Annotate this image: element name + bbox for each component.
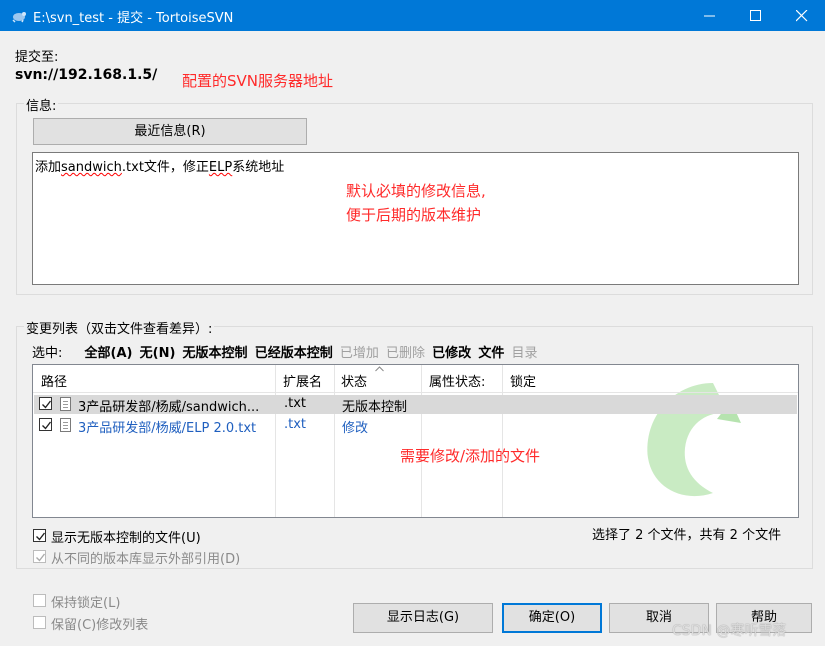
show-log-button[interactable]: 显示日志(G)	[353, 603, 493, 633]
recent-messages-button[interactable]: 最近信息(R)	[33, 118, 307, 145]
row-extension: .txt	[284, 417, 307, 432]
table-row[interactable]: 3产品研发部/杨威/ELP 2.0.txt .txt 修改	[34, 416, 797, 436]
row-status: 无版本控制	[342, 400, 408, 415]
table-row[interactable]: 3产品研发部/杨威/sandwich... .txt 无版本控制	[34, 395, 797, 415]
filter-all[interactable]: 全部(A)	[85, 346, 133, 361]
repository-url: svn://192.168.1.5/	[15, 67, 158, 83]
show-unversioned-checkbox[interactable]	[33, 529, 46, 542]
selection-summary: 选择了 2 个文件，共有 2 个文件	[592, 528, 782, 543]
check-icon	[36, 532, 46, 541]
keep-locks-label: 保持锁定(L)	[51, 596, 121, 611]
tortoisesvn-watermark-icon	[647, 383, 741, 497]
message-annotation-line1: 默认必填的修改信息,	[346, 182, 486, 200]
filter-none[interactable]: 无(N)	[140, 346, 176, 361]
changes-group-label: 变更列表（双击文件查看差异）:	[24, 318, 215, 337]
select-label: 选中:	[32, 346, 63, 361]
tortoisesvn-icon	[12, 12, 26, 23]
column-extension[interactable]: 扩展名	[283, 371, 322, 390]
filter-unversioned[interactable]: 无版本控制	[183, 346, 248, 361]
show-unversioned-label[interactable]: 显示无版本控制的文件(U)	[51, 527, 201, 546]
column-path[interactable]: 路径	[41, 371, 67, 390]
minimize-icon	[704, 15, 715, 17]
close-button[interactable]	[779, 0, 825, 31]
check-icon	[42, 421, 52, 430]
file-icon	[60, 418, 71, 432]
minimize-button[interactable]	[687, 0, 733, 31]
filter-bar: 选中: 全部(A) 无(N) 无版本控制 已经版本控制 已增加 已删除 已修改 …	[32, 342, 540, 361]
commit-to-label: 提交至:	[15, 50, 59, 65]
title-bar[interactable]: E:\svn_test - 提交 - TortoiseSVN	[0, 0, 825, 31]
check-icon	[42, 400, 52, 409]
show-externals-checkbox	[33, 550, 46, 563]
column-status[interactable]: 状态	[341, 371, 367, 390]
csdn-watermark: CSDN @寒听雪落	[672, 623, 787, 639]
message-group-label: 信息:	[24, 95, 59, 114]
column-lock[interactable]: 锁定	[510, 371, 536, 390]
message-annotation-line2: 便于后期的版本维护	[346, 206, 482, 224]
filter-versioned[interactable]: 已经版本控制	[255, 346, 333, 361]
commit-message-text: 添加sandwich.txt文件，修正ELP系统地址	[35, 160, 285, 175]
filter-directories: 目录	[511, 346, 538, 361]
check-icon	[36, 553, 46, 562]
changes-list[interactable]: 路径 扩展名 状态 属性状态: 锁定 3产品研发部/杨威/sandwich...…	[32, 364, 799, 518]
filter-modified[interactable]: 已修改	[432, 346, 471, 361]
row-extension: .txt	[284, 396, 307, 411]
sort-arrow-icon	[375, 366, 384, 372]
row-path: 3产品研发部/杨威/sandwich...	[78, 400, 260, 415]
show-externals-label: 从不同的版本库显示外部引用(D)	[51, 552, 241, 567]
files-annotation: 需要修改/添加的文件	[400, 447, 541, 465]
row-checkbox[interactable]	[39, 418, 52, 431]
row-path: 3产品研发部/杨威/ELP 2.0.txt	[78, 421, 257, 436]
row-status: 修改	[342, 421, 369, 436]
filter-deleted: 已删除	[386, 346, 426, 361]
window-title: E:\svn_test - 提交 - TortoiseSVN	[33, 11, 234, 26]
column-property-status[interactable]: 属性状态:	[429, 371, 485, 390]
filter-added: 已增加	[339, 346, 379, 361]
maximize-button[interactable]	[733, 0, 779, 31]
keep-changelists-label: 保留(C)修改列表	[51, 618, 149, 633]
url-annotation: 配置的SVN服务器地址	[182, 72, 334, 90]
filter-files[interactable]: 文件	[478, 346, 504, 361]
keep-locks-checkbox	[33, 594, 46, 607]
row-checkbox[interactable]	[39, 397, 52, 410]
list-header: 路径 扩展名 状态 属性状态: 锁定	[33, 365, 798, 393]
maximize-icon	[750, 10, 761, 21]
ok-button[interactable]: 确定(O)	[502, 603, 602, 633]
file-icon	[60, 397, 71, 411]
close-icon	[796, 10, 808, 22]
keep-changelists-checkbox	[33, 616, 46, 629]
